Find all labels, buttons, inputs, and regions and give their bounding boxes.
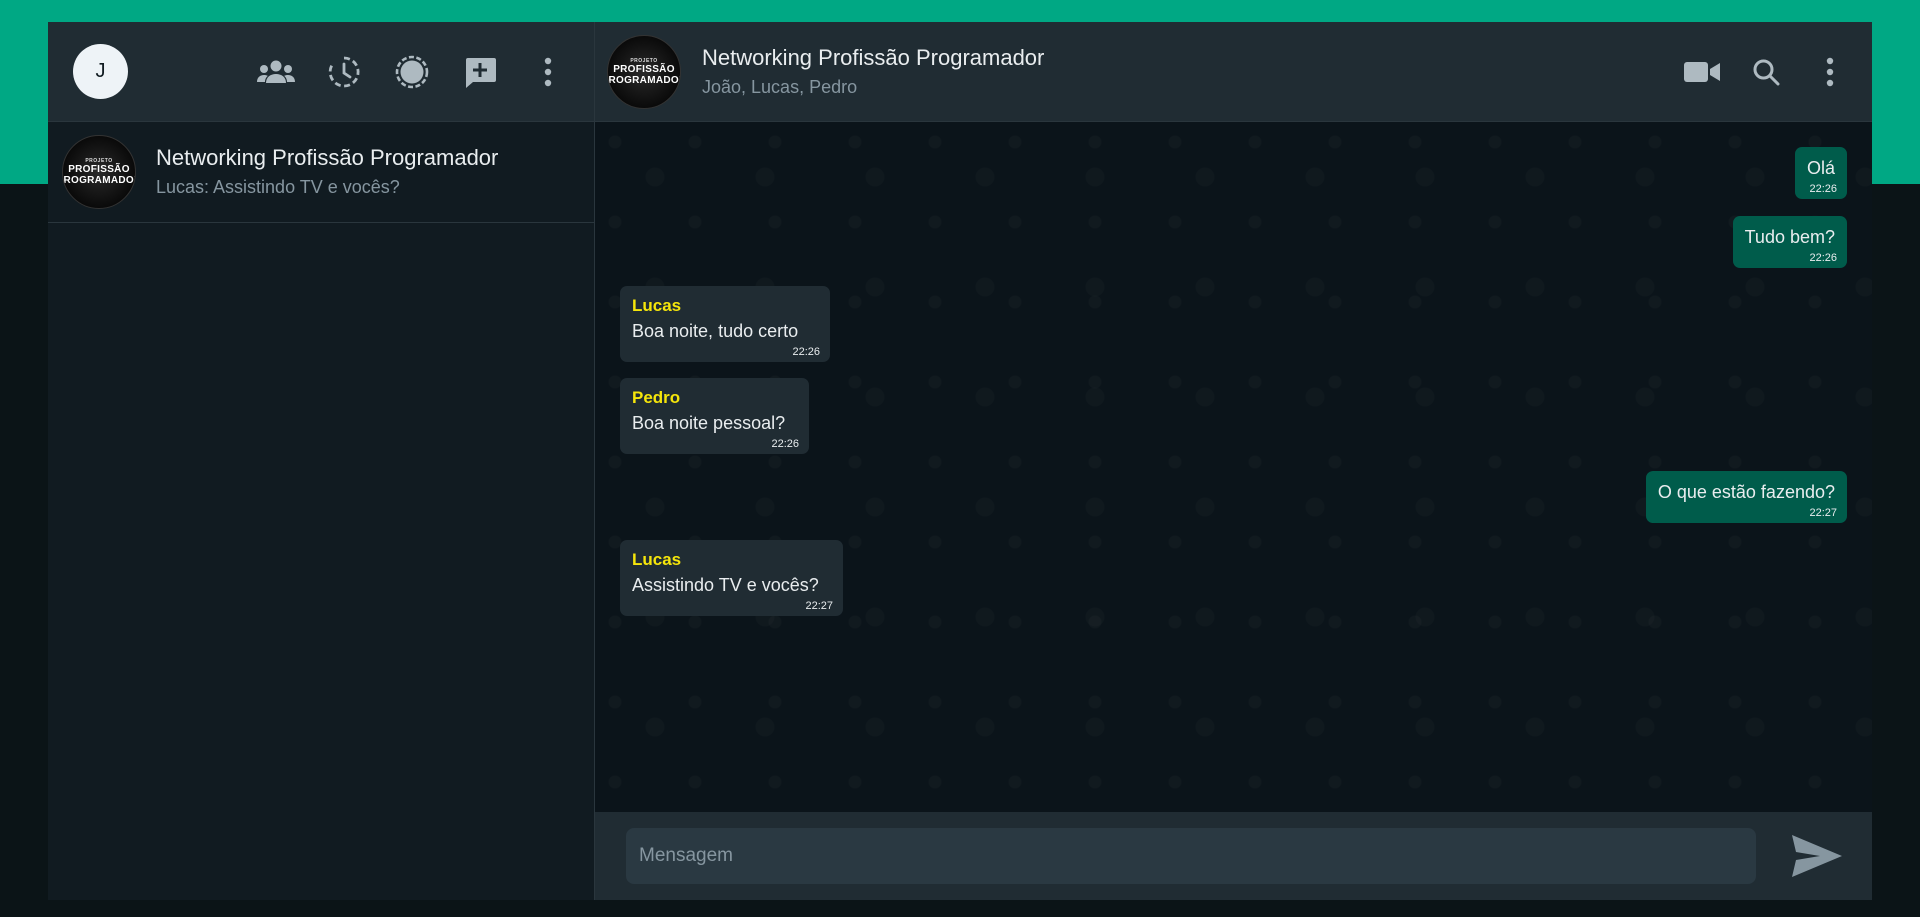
new-chat-icon[interactable] <box>460 52 500 92</box>
group-avatar: PROJETO PROFISSÃO PROGRAMADOR <box>607 34 681 109</box>
chat-header-text: Networking Profissão Programador João, L… <box>702 44 1044 100</box>
message-time: 22:26 <box>1809 252 1837 264</box>
message-sender: Pedro <box>632 388 681 407</box>
communities-icon[interactable] <box>256 52 296 92</box>
sidebar-toolbar <box>256 52 568 92</box>
chat-members: João, Lucas, Pedro <box>702 76 858 97</box>
video-call-icon[interactable] <box>1682 52 1722 92</box>
message-bubble-outgoing[interactable]: Tudo bem? 22:26 <box>1732 216 1847 268</box>
message-text: Boa noite, tudo certo <box>632 321 799 341</box>
message-sender: Lucas <box>632 550 682 569</box>
message-time: 22:26 <box>1809 183 1837 195</box>
search-icon[interactable] <box>1746 52 1786 92</box>
message-text: Boa noite pessoal? <box>632 413 786 433</box>
message-time: 22:27 <box>1809 507 1837 519</box>
menu-icon[interactable] <box>1810 52 1850 92</box>
menu-icon[interactable] <box>528 52 568 92</box>
avatar[interactable]: J <box>73 44 128 99</box>
message-bubble-incoming[interactable]: Lucas Boa noite, tudo certo 22:26 <box>620 286 830 362</box>
chat-list-item[interactable]: PROJETO PROFISSÃO PROGRAMADOR Networking… <box>48 122 594 223</box>
chat-header-toolbar <box>1682 52 1850 92</box>
channels-icon[interactable] <box>392 52 432 92</box>
message-composer <box>595 812 1872 900</box>
message-bubble-outgoing[interactable]: O que estão fazendo? 22:27 <box>1645 471 1847 523</box>
status-icon[interactable] <box>324 52 364 92</box>
message-text: O que estão fazendo? <box>1657 482 1835 502</box>
message-time: 22:26 <box>771 438 799 450</box>
group-avatar-logo-line1: PROFISSÃO <box>68 164 130 175</box>
sidebar-header: J <box>48 22 594 122</box>
message-text: Tudo bem? <box>1744 227 1835 247</box>
chat-list-item-last-message: Lucas: Assistindo TV e vocês? <box>156 177 400 197</box>
chat-panel: PROJETO PROFISSÃO PROGRAMADOR Networking… <box>595 22 1872 900</box>
message-bubble-outgoing[interactable]: Olá 22:26 <box>1794 147 1847 199</box>
send-icon[interactable] <box>1790 829 1844 883</box>
group-avatar: PROJETO PROFISSÃO PROGRAMADOR <box>62 135 136 209</box>
chat-title: Networking Profissão Programador <box>702 44 1045 70</box>
message-time: 22:27 <box>805 600 833 612</box>
message-bubble-incoming[interactable]: Pedro Boa noite pessoal? 22:26 <box>620 378 809 454</box>
message-input[interactable] <box>626 828 1756 884</box>
chat-list-item-name: Networking Profissão Programador <box>156 145 499 170</box>
chat-header[interactable]: PROJETO PROFISSÃO PROGRAMADOR Networking… <box>595 22 1872 122</box>
message-time: 22:26 <box>792 346 820 358</box>
app-window: J PROJETO PROFISSÃO ROGRAMADO Networking… <box>48 22 1872 900</box>
chat-list-item-text: Networking Profissão Programador Lucas: … <box>156 144 498 200</box>
message-text: Olá <box>1806 158 1835 178</box>
message-bubble-incoming[interactable]: Lucas Assistindo TV e vocês? 22:27 <box>620 540 843 616</box>
sidebar: J PROJETO PROFISSÃO ROGRAMADO Networking… <box>48 22 595 900</box>
group-avatar-logo-line1: PROFISSÃO <box>613 63 675 75</box>
group-avatar-logo-line2: PROGRAMADOR <box>608 74 680 86</box>
group-avatar-logo-line2: PROGRAMADOR <box>63 175 135 186</box>
message-text: Assistindo TV e vocês? <box>632 575 819 595</box>
message-list[interactable]: Olá 22:26 Tudo bem? 22:26 Lucas Boa noit… <box>595 122 1872 812</box>
message-sender: Lucas <box>632 296 682 315</box>
